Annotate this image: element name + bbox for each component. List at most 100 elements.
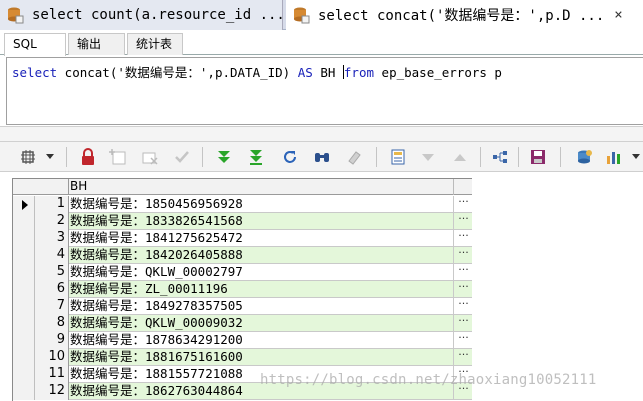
- cell-ellipsis-button[interactable]: ···: [453, 247, 472, 264]
- row-indicator[interactable]: [13, 298, 35, 315]
- cell-ellipsis-button[interactable]: ···: [453, 366, 472, 383]
- export-icon[interactable]: [575, 147, 595, 167]
- cell-bh[interactable]: 数据编号是：ZL_00011196: [70, 281, 453, 298]
- table-row[interactable]: 10 数据编号是：1881675161600 ···: [13, 349, 472, 366]
- row-number: 5: [35, 264, 69, 281]
- table-row[interactable]: 3 数据编号是：1841275625472 ···: [13, 230, 472, 247]
- tab-output[interactable]: 输出: [68, 33, 125, 55]
- result-grid[interactable]: BH 1 数据编号是：1850456956928 ··· 2 数据编号是：1833826…: [12, 178, 472, 401]
- row-number: 10: [35, 349, 69, 366]
- document-tab-2[interactable]: select concat('数据编号是：',p.D ... ×: [286, 0, 643, 30]
- table-row[interactable]: 12 数据编号是：1862763044864 ···: [13, 383, 472, 400]
- sql-text: select concat('数据编号是：',p.DATA_ID) AS BH …: [12, 62, 502, 81]
- row-indicator[interactable]: [13, 247, 35, 264]
- cell-bh[interactable]: 数据编号是：1881557721088: [70, 366, 453, 383]
- chevron-down-icon[interactable]: [632, 154, 640, 159]
- document-tab-2-label: select concat('数据编号是：',p.D ...: [318, 8, 605, 24]
- toolbar-separator: [480, 147, 481, 167]
- sort-asc-icon[interactable]: [450, 147, 470, 167]
- cell-ellipsis-button[interactable]: ···: [453, 196, 472, 213]
- cell-ellipsis-button[interactable]: ···: [453, 281, 472, 298]
- cell-bh[interactable]: 数据编号是：1833826541568: [70, 213, 453, 230]
- cell-bh[interactable]: 数据编号是：1850456956928: [70, 196, 453, 213]
- row-number: 7: [35, 298, 69, 315]
- cell-bh[interactable]: 数据编号是：QKLW_00009032: [70, 315, 453, 332]
- fetch-next-icon[interactable]: [214, 147, 234, 167]
- row-number: 1: [35, 196, 69, 213]
- column-header-bh[interactable]: BH: [70, 179, 87, 195]
- sql-token: concat('数据编号是：',p.DATA_ID): [57, 65, 298, 80]
- table-row[interactable]: 8 数据编号是：QKLW_00009032 ···: [13, 315, 472, 332]
- chevron-down-icon[interactable]: [46, 154, 54, 159]
- cell-ellipsis-button[interactable]: ···: [453, 298, 472, 315]
- table-row[interactable]: 11 数据编号是：1881557721088 ···: [13, 366, 472, 383]
- find-icon[interactable]: [312, 147, 332, 167]
- cell-ellipsis-button[interactable]: ···: [453, 349, 472, 366]
- clear-icon[interactable]: [344, 147, 364, 167]
- cell-ellipsis-button[interactable]: ···: [453, 213, 472, 230]
- connection-icon[interactable]: [490, 147, 510, 167]
- cell-ellipsis-button[interactable]: ···: [453, 230, 472, 247]
- grid-corner[interactable]: [13, 179, 69, 195]
- toolbar-separator: [202, 147, 203, 167]
- grid-header: BH: [13, 179, 472, 195]
- document-tab-1-label: select count(a.resource_id ...: [32, 7, 283, 23]
- cell-bh[interactable]: 数据编号是：1841275625472: [70, 230, 453, 247]
- tab-sql[interactable]: SQL: [4, 33, 66, 56]
- cell-bh[interactable]: 数据编号是：1878634291200: [70, 332, 453, 349]
- sort-desc-icon[interactable]: [418, 147, 438, 167]
- pane-splitter[interactable]: [0, 126, 643, 142]
- cell-ellipsis-button[interactable]: ···: [453, 383, 472, 400]
- row-indicator[interactable]: [13, 230, 35, 247]
- document-tab-1[interactable]: select count(a.resource_id ... ×: [0, 0, 283, 30]
- row-indicator[interactable]: [13, 383, 35, 400]
- cell-bh[interactable]: 数据编号是：1849278357505: [70, 298, 453, 315]
- sql-token: BH: [312, 65, 343, 80]
- row-indicator[interactable]: [13, 213, 35, 230]
- row-number: 4: [35, 247, 69, 264]
- row-indicator[interactable]: [13, 264, 35, 281]
- cell-ellipsis-button[interactable]: ···: [453, 264, 472, 281]
- tab-statistics[interactable]: 统计表: [127, 33, 183, 55]
- post-check-icon[interactable]: [172, 147, 192, 167]
- row-number: 8: [35, 315, 69, 332]
- table-row[interactable]: 4 数据编号是：1842026405888 ···: [13, 247, 472, 264]
- table-row[interactable]: 5 数据编号是：QKLW_00002797 ···: [13, 264, 472, 281]
- fetch-all-icon[interactable]: [246, 147, 266, 167]
- grid-settings-icon[interactable]: [18, 147, 38, 167]
- cell-ellipsis-button[interactable]: ···: [453, 332, 472, 349]
- row-indicator[interactable]: [13, 315, 35, 332]
- row-indicator[interactable]: [13, 332, 35, 349]
- toolbar-separator: [560, 147, 561, 167]
- cell-bh[interactable]: 数据编号是：1862763044864: [70, 383, 453, 400]
- sql-editor[interactable]: select concat('数据编号是：',p.DATA_ID) AS BH …: [6, 57, 643, 125]
- single-record-icon[interactable]: [388, 147, 408, 167]
- table-row[interactable]: 1 数据编号是：1850456956928 ···: [13, 196, 472, 213]
- table-row[interactable]: 7 数据编号是：1849278357505 ···: [13, 298, 472, 315]
- close-icon[interactable]: ×: [614, 7, 622, 23]
- row-number: 9: [35, 332, 69, 349]
- database-icon: [8, 7, 24, 24]
- table-row[interactable]: 6 数据编号是：ZL_00011196 ···: [13, 281, 472, 298]
- toolbar-separator: [518, 147, 519, 167]
- table-row[interactable]: 2 数据编号是：1833826541568 ···: [13, 213, 472, 230]
- chart-icon[interactable]: [604, 147, 624, 167]
- sql-keyword: from: [343, 65, 375, 80]
- cell-bh[interactable]: 数据编号是：1881675161600: [70, 349, 453, 366]
- result-toolbar: [0, 142, 643, 172]
- row-indicator[interactable]: [13, 366, 35, 383]
- delete-row-icon[interactable]: [140, 147, 160, 167]
- lock-icon[interactable]: [78, 147, 98, 167]
- save-icon[interactable]: [528, 147, 548, 167]
- insert-row-icon[interactable]: [108, 147, 128, 167]
- row-indicator[interactable]: [13, 196, 35, 213]
- cell-ellipsis-button[interactable]: ···: [453, 315, 472, 332]
- cell-bh[interactable]: 数据编号是：QKLW_00002797: [70, 264, 453, 281]
- row-number: 11: [35, 366, 69, 383]
- cell-bh[interactable]: 数据编号是：1842026405888: [70, 247, 453, 264]
- row-indicator[interactable]: [13, 281, 35, 298]
- refresh-icon[interactable]: [280, 147, 300, 167]
- document-tab-bar: select count(a.resource_id ... × select …: [0, 0, 643, 30]
- row-indicator[interactable]: [13, 349, 35, 366]
- table-row[interactable]: 9 数据编号是：1878634291200 ···: [13, 332, 472, 349]
